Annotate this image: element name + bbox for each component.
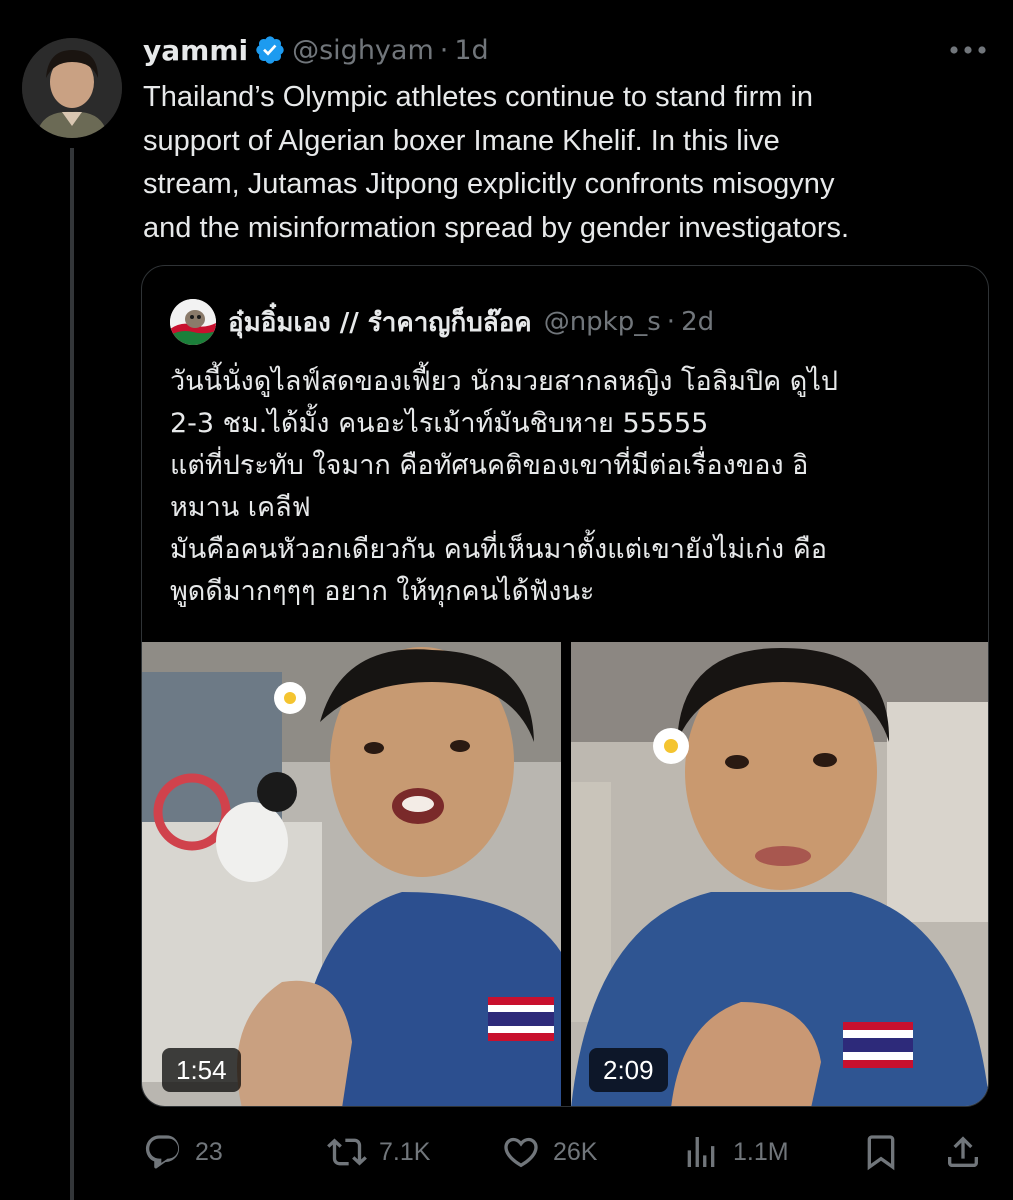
quoted-media-grid: 1:54 2:09 xyxy=(142,642,988,1106)
quoted-tweet-card[interactable]: อุ๋มอิ๋มเอง // รำคาญก็บล๊อค @npkp_s · 2d… xyxy=(141,265,989,1107)
like-count: 26K xyxy=(553,1137,598,1166)
retweet-button[interactable]: 7.1K xyxy=(327,1128,430,1176)
tweet-text: Thailand’s Olympic athletes continue to … xyxy=(143,81,850,244)
bar-chart-icon xyxy=(687,1137,715,1167)
author-display-name[interactable]: yammi xyxy=(143,34,248,67)
quoted-tweet-text: วันนี้นั่งดูไลฟ์สดของเฟี้ยว นักมวยสากลหญ… xyxy=(170,366,839,607)
views-button[interactable]: 1.1M xyxy=(681,1128,789,1176)
retweet-icon xyxy=(327,1138,367,1166)
bookmark-button[interactable] xyxy=(861,1128,901,1176)
thread-line xyxy=(70,148,74,1200)
separator-dot: · xyxy=(439,34,449,66)
video-duration-badge: 1:54 xyxy=(162,1048,241,1092)
quoted-tweet-header: อุ๋มอิ๋มเอง // รำคาญก็บล๊อค @npkp_s · 2d xyxy=(170,299,715,345)
quoted-author-display-name: อุ๋มอิ๋มเอง // รำคาญก็บล๊อค xyxy=(228,307,532,338)
quoted-author-avatar xyxy=(170,299,216,345)
reply-count: 23 xyxy=(195,1137,223,1166)
author-avatar[interactable] xyxy=(22,38,122,138)
tweet-actions-bar: 23 7.1K 26K 1.1M xyxy=(143,1128,1003,1176)
reply-icon xyxy=(145,1135,180,1169)
video-thumbnail-1[interactable]: 1:54 xyxy=(142,642,561,1106)
heart-icon xyxy=(504,1137,538,1168)
reply-button[interactable]: 23 xyxy=(143,1128,223,1176)
tweet[interactable]: yammi @sighyam · 1d Thailand’s Olympic a… xyxy=(0,0,1013,1200)
video-thumbnail-2[interactable]: 2:09 xyxy=(571,642,988,1106)
views-count: 1.1M xyxy=(733,1137,789,1166)
quoted-tweet-timestamp: 2d xyxy=(681,307,715,337)
more-options-icon[interactable] xyxy=(946,36,990,64)
tweet-header: yammi @sighyam · 1d xyxy=(143,28,489,72)
separator-dot: · xyxy=(666,307,676,337)
author-handle[interactable]: @sighyam xyxy=(292,35,434,66)
bookmark-icon xyxy=(867,1135,895,1171)
share-button[interactable] xyxy=(943,1128,983,1176)
like-button[interactable]: 26K xyxy=(501,1128,597,1176)
tweet-timestamp[interactable]: 1d xyxy=(454,35,488,66)
quoted-author-handle: @npkp_s xyxy=(543,307,661,337)
share-icon xyxy=(948,1136,978,1167)
video-duration-badge: 2:09 xyxy=(589,1048,668,1092)
verified-badge-icon xyxy=(254,34,286,66)
retweet-count: 7.1K xyxy=(379,1137,431,1166)
